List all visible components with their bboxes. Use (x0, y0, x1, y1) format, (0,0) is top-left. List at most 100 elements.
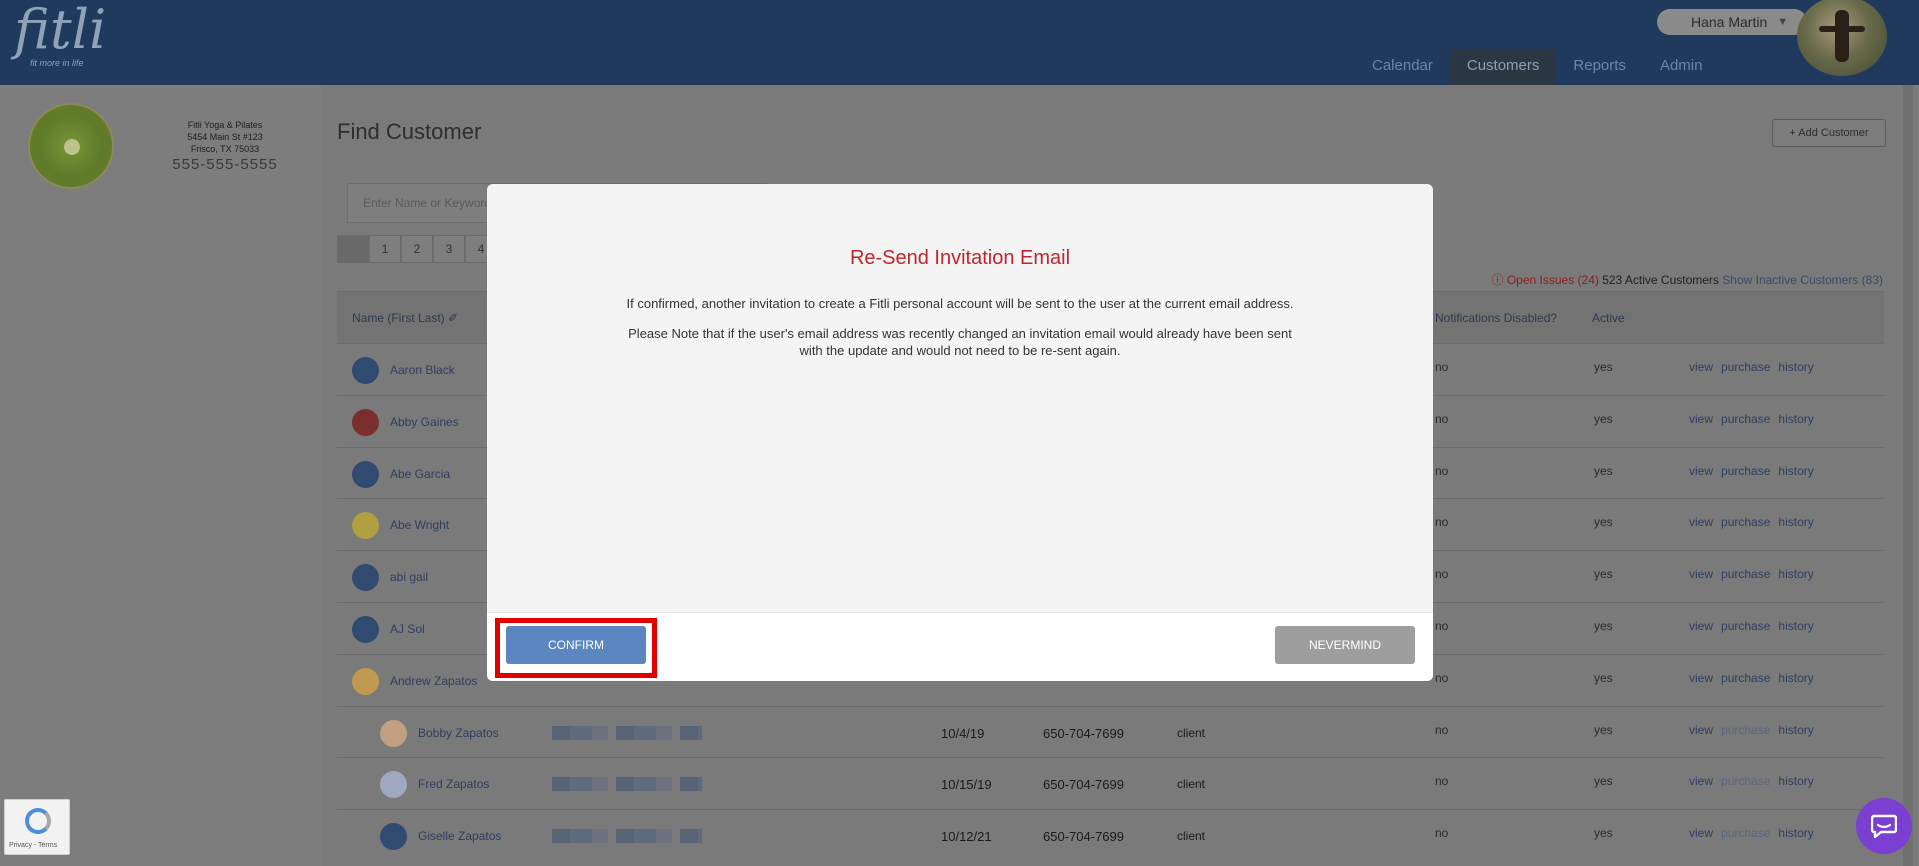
view-link[interactable]: view (1689, 774, 1713, 788)
view-link[interactable]: view (1689, 464, 1713, 478)
studio-address-line1: 5454 Main St #123 (187, 132, 263, 142)
nav-admin[interactable]: Admin (1643, 50, 1720, 85)
purchase-link[interactable]: purchase (1721, 464, 1770, 478)
add-customer-button[interactable]: + Add Customer (1772, 119, 1886, 147)
view-link[interactable]: view (1689, 619, 1713, 633)
customer-name-link[interactable]: Abe Garcia (390, 467, 450, 481)
customer-name-link[interactable]: Aaron Black (390, 363, 455, 377)
purchase-link[interactable]: purchase (1721, 515, 1770, 529)
history-link[interactable]: history (1778, 826, 1813, 840)
studio-name: Fitli Yoga & Pilates (187, 120, 263, 130)
history-link[interactable]: history (1778, 619, 1813, 633)
purchase-link[interactable]: purchase (1721, 412, 1770, 426)
customer-avatar[interactable] (380, 823, 407, 851)
page-first[interactable] (337, 235, 369, 263)
nav-calendar[interactable]: Calendar (1355, 50, 1450, 85)
page-3[interactable]: 3 (433, 235, 465, 263)
notifications-disabled-value: no (1435, 618, 1449, 633)
purchase-link[interactable]: purchase (1721, 774, 1770, 788)
modal-footer: CONFIRM NEVERMIND (487, 612, 1433, 681)
customer-name-link[interactable]: Andrew Zapatos (390, 674, 477, 688)
history-link[interactable]: history (1778, 723, 1813, 737)
customer-avatar[interactable] (352, 408, 379, 436)
active-value: yes (1594, 463, 1613, 478)
table-row: Giselle Zapatos 10/12/21 650-704-7699 clien… (337, 809, 1884, 861)
purchase-link[interactable]: purchase (1721, 723, 1770, 737)
show-inactive-link[interactable]: Show Inactive Customers (83) (1722, 273, 1883, 287)
history-link[interactable]: history (1778, 412, 1813, 426)
active-value: yes (1594, 515, 1613, 530)
history-link[interactable]: history (1778, 774, 1813, 788)
redacted-email (552, 829, 702, 844)
customer-avatar[interactable] (380, 719, 407, 747)
column-notifications: Notifications Disabled? (1435, 310, 1558, 325)
active-value: yes (1594, 618, 1613, 633)
customer-name-link[interactable]: abi gail (390, 570, 428, 584)
chat-bubble-icon (1871, 814, 1897, 838)
customer-phone: 650-704-7699 (1043, 777, 1124, 793)
customer-status-line: ⓘ Open Issues (24) 523 Active Customers … (1491, 271, 1883, 288)
customer-avatar[interactable] (352, 460, 379, 488)
customer-name-link[interactable]: Giselle Zapatos (418, 829, 501, 843)
chat-launcher[interactable] (1856, 798, 1912, 854)
customer-avatar[interactable] (352, 615, 379, 643)
user-avatar[interactable] (1797, 0, 1887, 76)
customer-avatar[interactable] (352, 667, 379, 695)
view-link[interactable]: view (1689, 671, 1713, 685)
customer-name-link[interactable]: Abe Wright (390, 518, 449, 532)
nav-customers[interactable]: Customers (1449, 50, 1557, 85)
column-active: Active (1592, 310, 1625, 325)
view-link[interactable]: view (1689, 723, 1713, 737)
customer-avatar[interactable] (352, 357, 379, 384)
page-title: Find Customer (337, 119, 482, 144)
row-actions: view purchase history (1689, 774, 1814, 788)
customer-date: 10/15/19 (941, 777, 992, 793)
view-link[interactable]: view (1689, 360, 1713, 374)
active-value: yes (1594, 774, 1613, 789)
history-link[interactable]: history (1778, 567, 1813, 581)
page-1[interactable]: 1 (369, 235, 401, 263)
customer-avatar[interactable] (352, 564, 379, 592)
purchase-link[interactable]: purchase (1721, 826, 1770, 840)
row-actions: view purchase history (1689, 464, 1814, 478)
purchase-link[interactable]: purchase (1721, 567, 1770, 581)
view-link[interactable]: view (1689, 412, 1713, 426)
modal-title: Re-Send Invitation Email (849, 247, 1071, 269)
user-menu[interactable]: Hana Martin ▼ (1657, 9, 1807, 35)
nevermind-button[interactable]: NEVERMIND (1275, 626, 1415, 664)
recaptcha-badge[interactable]: Privacy - Terms (4, 799, 70, 855)
customer-name-link[interactable]: AJ Sol (390, 622, 425, 636)
nav-reports[interactable]: Reports (1556, 50, 1643, 85)
customer-name-link[interactable]: Abby Gaines (390, 415, 459, 429)
recaptcha-links[interactable]: Privacy - Terms (9, 842, 57, 849)
notifications-disabled-value: no (1435, 360, 1449, 374)
purchase-link[interactable]: purchase (1721, 671, 1770, 685)
user-name: Hana Martin (1691, 14, 1768, 30)
purchase-link[interactable]: purchase (1721, 360, 1770, 374)
main-nav: Calendar Customers Reports Admin (1355, 50, 1719, 85)
confirm-button[interactable]: CONFIRM (506, 626, 646, 664)
column-name[interactable]: Name (First Last) ✐ (352, 311, 458, 325)
table-row: Fred Zapatos 10/15/19 650-704-7699 client no… (337, 757, 1884, 809)
history-link[interactable]: history (1778, 464, 1813, 478)
view-link[interactable]: view (1689, 826, 1713, 840)
page-2[interactable]: 2 (401, 235, 433, 263)
logo-tagline: fit more in life (30, 58, 84, 68)
view-link[interactable]: view (1689, 567, 1713, 581)
history-link[interactable]: history (1778, 515, 1813, 529)
purchase-link[interactable]: purchase (1721, 619, 1770, 633)
customer-avatar[interactable] (352, 512, 379, 540)
history-link[interactable]: history (1778, 360, 1813, 374)
customer-role: client (1177, 725, 1206, 740)
page-scrollbar[interactable] (1903, 85, 1913, 866)
customer-name-link[interactable]: Fred Zapatos (418, 777, 489, 791)
history-link[interactable]: history (1778, 671, 1813, 685)
customer-avatar[interactable] (380, 771, 407, 799)
customer-name-link[interactable]: Bobby Zapatos (418, 726, 499, 740)
open-issues-link[interactable]: ⓘ Open Issues (24) (1491, 273, 1598, 287)
modal-paragraph-2: Please Note that if the user's email add… (628, 326, 1292, 358)
fitli-logo[interactable]: fitli fit more in life (14, 2, 106, 72)
view-link[interactable]: view (1689, 515, 1713, 529)
modal-body: If confirmed, another invitation to crea… (620, 295, 1300, 372)
redacted-email (552, 725, 702, 740)
